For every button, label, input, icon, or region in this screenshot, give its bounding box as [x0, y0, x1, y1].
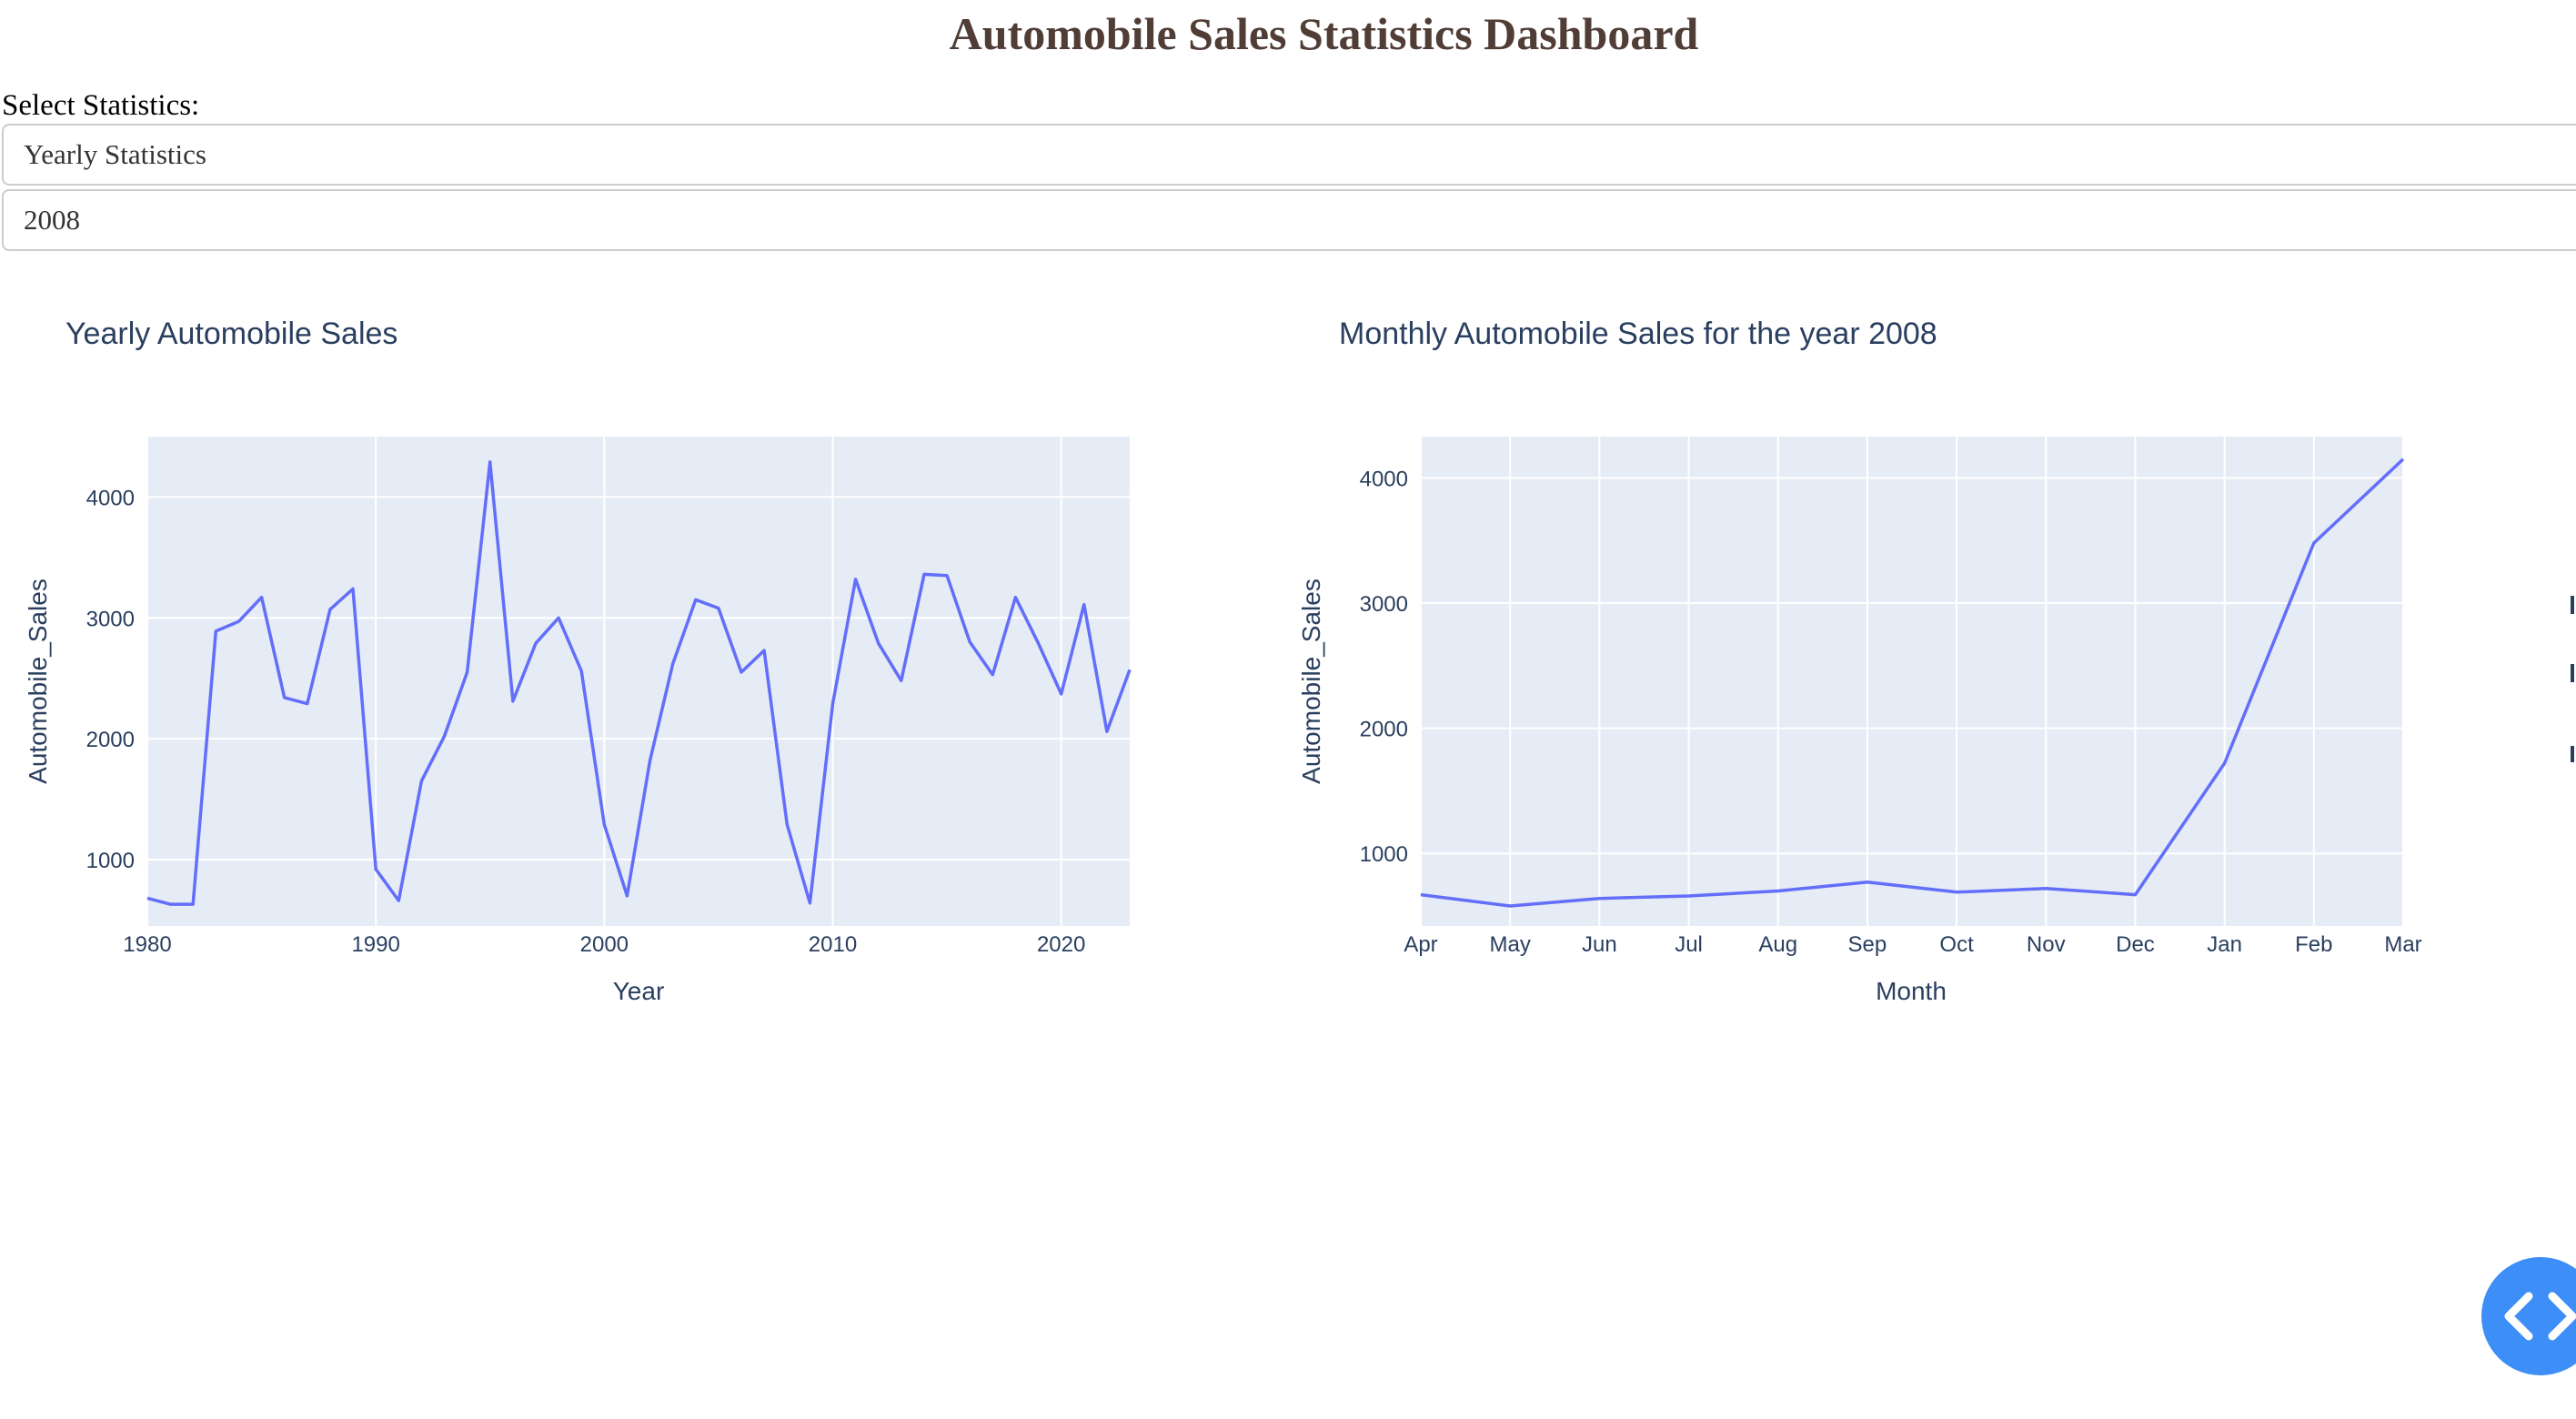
x-tick-label: Mar [2384, 932, 2421, 957]
x-tick-label: Apr [1404, 932, 1437, 957]
code-icon [2504, 1292, 2576, 1341]
x-tick-label: Sep [1848, 932, 1887, 957]
monthly-x-axis-title: Month [1876, 977, 1947, 1005]
yearly-x-axis-title: Year [613, 977, 665, 1005]
x-tick-label: 2020 [1037, 932, 1085, 957]
y-tick-label: 3000 [86, 607, 135, 631]
x-tick-label: Jan [2207, 932, 2242, 957]
x-tick-label: Aug [1758, 932, 1797, 957]
monthly-y-axis-title: Automobile_Sales [1297, 579, 1325, 784]
x-tick-label: Jul [1675, 932, 1703, 957]
y-tick-label: 2000 [86, 728, 135, 752]
x-tick-label: May [1490, 932, 1531, 957]
yearly-sales-chart: Yearly Automobile Sales 1000 2000 3000 4000… [24, 317, 1132, 1005]
yearly-y-axis-title: Automobile_Sales [24, 579, 52, 784]
x-tick-label: Oct [1939, 932, 1974, 957]
code-toggle-button[interactable] [2481, 1257, 2576, 1375]
x-tick-label: 1990 [351, 932, 399, 957]
yearly-chart-title: Yearly Automobile Sales [65, 317, 397, 351]
y-tick-label: 4000 [1360, 467, 1408, 491]
x-tick-label: 2000 [580, 932, 629, 957]
yearly-plot-area [147, 437, 1130, 926]
y-tick-label: 3000 [1360, 592, 1408, 617]
y-tick-label: 1000 [86, 849, 135, 873]
x-tick-label: Jun [1582, 932, 1617, 957]
x-tick-label: Nov [2027, 932, 2066, 957]
y-tick-label: 2000 [1360, 718, 1408, 742]
monthly-sales-chart: Monthly Automobile Sales for the year 20… [1297, 317, 2422, 1005]
x-tick-label: 1980 [123, 932, 171, 957]
third-chart-fragment [2571, 596, 2574, 762]
x-tick-label: Dec [2116, 932, 2155, 957]
monthly-chart-title: Monthly Automobile Sales for the year 20… [1339, 317, 1937, 351]
y-tick-label: 4000 [86, 486, 135, 510]
charts-area: Yearly Automobile Sales 1000 2000 3000 4000… [24, 317, 2574, 1005]
x-tick-label: Feb [2295, 932, 2332, 957]
x-tick-label: 2010 [809, 932, 857, 957]
y-tick-label: 1000 [1360, 842, 1408, 867]
